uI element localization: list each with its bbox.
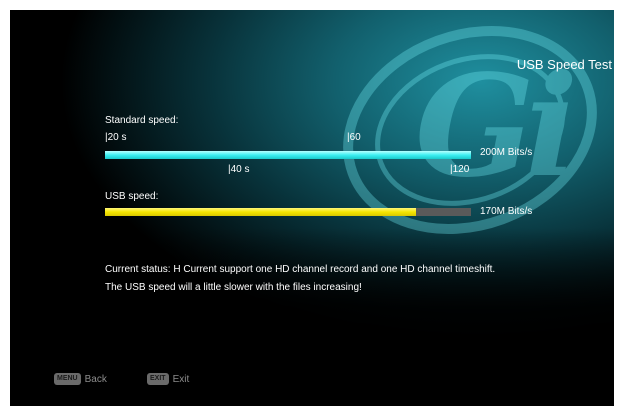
exit-button[interactable]: EXIT Exit (147, 373, 189, 385)
usb-speed-bar (105, 208, 471, 216)
status-line-1: Current status: H Current support one HD… (105, 264, 496, 275)
status-line-2: The USB speed will a little slower with … (105, 282, 362, 293)
standard-speed-label: Standard speed: (105, 115, 179, 126)
usb-speed-value: 170M Bits/s (480, 206, 533, 217)
gi-logo-icon: G i (343, 26, 597, 234)
exit-key-icon: EXIT (147, 373, 169, 385)
standard-speed-bar-fill (105, 151, 471, 159)
page-title: USB Speed Test (516, 57, 612, 72)
back-button[interactable]: MENU Back (54, 373, 107, 385)
standard-tick-60: |60 (347, 132, 361, 143)
menu-key-icon: MENU (54, 373, 81, 385)
back-label: Back (84, 373, 107, 385)
standard-speed-value: 200M Bits/s (480, 147, 533, 158)
exit-label: Exit (172, 373, 190, 385)
usb-speed-test-screen: G i USB Speed Test Standard speed: |20 s… (10, 10, 614, 406)
standard-tick-120: |120 (450, 164, 470, 175)
standard-speed-bar (105, 151, 471, 159)
usb-speed-bar-fill (105, 208, 417, 216)
standard-tick-20s: |20 s (105, 132, 127, 143)
usb-speed-label: USB speed: (105, 191, 159, 202)
standard-tick-40s: |40 s (228, 164, 250, 175)
